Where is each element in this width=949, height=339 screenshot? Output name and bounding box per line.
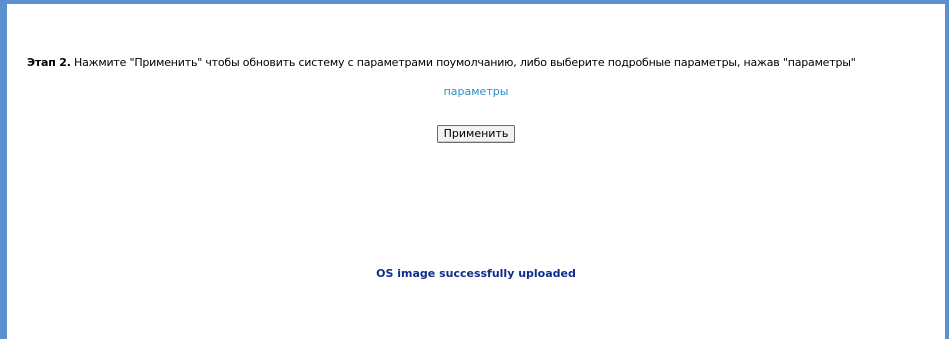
step-instruction: Этап 2. Нажмите "Применить" чтобы обнови… — [27, 56, 856, 69]
upload-status-message: OS image successfully uploaded — [376, 267, 576, 280]
step-text: Нажмите "Применить" чтобы обновить систе… — [70, 56, 856, 69]
frame-border-right — [945, 0, 949, 339]
frame-border-left — [0, 0, 7, 339]
parameters-link[interactable]: параметры — [7, 85, 945, 98]
main-content: Этап 2. Нажмите "Применить" чтобы обнови… — [7, 4, 945, 339]
apply-button[interactable]: Применить — [436, 125, 516, 143]
apply-button-container: Применить — [7, 122, 945, 143]
step-label: Этап 2. — [27, 56, 71, 69]
upgrade-page: Этап 2. Нажмите "Применить" чтобы обнови… — [0, 0, 949, 339]
